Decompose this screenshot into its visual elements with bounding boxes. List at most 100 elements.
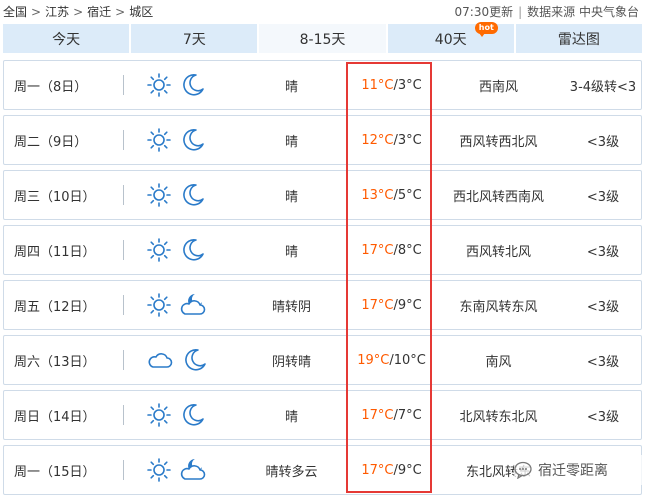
forecast-day: 周一（8日） xyxy=(14,79,88,95)
temperature: 17°C/7°C xyxy=(349,391,434,439)
sun-icon xyxy=(146,182,172,208)
breadcrumb: 全国 > 江苏 > 宿迁 > 城区 xyxy=(3,3,153,20)
watermark: 宿迁零距离 xyxy=(514,455,644,485)
moon-icon xyxy=(180,182,206,208)
tab-40day[interactable]: 40天 hot xyxy=(387,22,514,53)
breadcrumb-current: 城区 xyxy=(129,5,154,19)
wind-level: <3级 xyxy=(586,409,620,425)
temperature: 11°C/3°C xyxy=(349,61,434,109)
weather-description: 晴转阴 xyxy=(271,299,311,315)
tab-today[interactable]: 今天 xyxy=(3,24,130,53)
forecast-day: 周六（13日） xyxy=(14,354,96,370)
forecast-row: 周二（9日） 晴 12°C/3°C 西风转西北风 <3级 xyxy=(3,115,642,165)
tab-7day[interactable]: 7天 xyxy=(131,24,258,53)
sun-icon xyxy=(146,237,172,263)
temp-low: /5°C xyxy=(393,187,422,203)
tab-label: 今天 xyxy=(52,31,81,48)
breadcrumb-separator: > xyxy=(115,5,126,19)
sun-icon xyxy=(146,457,172,483)
forecast-day: 周三（10日） xyxy=(14,189,96,205)
meta-divider: | xyxy=(518,5,523,19)
forecast-list: 周一（8日） 晴 11°C/3°C 西南风 3-4级转<3 周二（9日） 晴 1… xyxy=(3,60,642,500)
chat-bubble-icon xyxy=(514,461,534,479)
weather-icons xyxy=(146,281,216,329)
cloudy-moon-icon xyxy=(180,292,208,318)
wind-level: <3级 xyxy=(586,299,620,315)
wind-direction: 西南风 xyxy=(478,79,518,95)
temp-high: 12°C xyxy=(361,132,394,148)
tab-label: 8-15天 xyxy=(299,31,346,48)
row-divider xyxy=(123,130,124,150)
breadcrumb-national[interactable]: 全国 xyxy=(3,5,27,19)
watermark-text: 宿迁零距离 xyxy=(538,463,608,479)
hot-badge: hot xyxy=(474,22,498,37)
forecast-row: 周六（13日） 阴转晴 19°C/10°C 南风 <3级 xyxy=(3,335,642,385)
temperature: 13°C/5°C xyxy=(349,171,434,219)
breadcrumb-jiangsu[interactable]: 江苏 xyxy=(45,5,69,19)
moon-icon xyxy=(180,127,206,153)
sun-icon xyxy=(146,292,172,318)
top-bar: 全国 > 江苏 > 宿迁 > 城区 07:30更新 | 数据来源 中央气象台 xyxy=(0,0,645,22)
wind-direction: 西北风转西南风 xyxy=(452,189,544,205)
wind-direction: 北风转东北风 xyxy=(459,409,538,425)
forecast-row: 周四（11日） 晴 17°C/8°C 西风转北风 <3级 xyxy=(3,225,642,275)
temperature: 17°C/9°C xyxy=(349,446,434,494)
temp-high: 11°C xyxy=(361,77,394,93)
wind-direction: 西风转北风 xyxy=(465,244,531,260)
row-divider xyxy=(123,240,124,260)
temp-low: /9°C xyxy=(393,297,422,313)
temp-high: 13°C xyxy=(361,187,394,203)
wind-direction: 南风 xyxy=(485,354,512,370)
wind-level: <3级 xyxy=(586,244,620,260)
row-divider xyxy=(123,350,124,370)
temp-low: /10°C xyxy=(389,352,426,368)
weather-description: 晴 xyxy=(284,409,298,425)
update-meta: 07:30更新 | 数据来源 中央气象台 xyxy=(455,3,639,20)
sun-icon xyxy=(146,127,172,153)
wind-direction: 东南风转东风 xyxy=(459,299,538,315)
temp-low: /3°C xyxy=(393,77,422,93)
tab-label: 7天 xyxy=(182,31,206,48)
weather-icons xyxy=(146,336,216,384)
wind-level: 3-4级转<3 xyxy=(569,79,637,95)
breadcrumb-suqian[interactable]: 宿迁 xyxy=(87,5,111,19)
cloudy-moon-icon xyxy=(180,457,208,483)
breadcrumb-separator: > xyxy=(31,5,42,19)
weather-description: 晴 xyxy=(284,244,298,260)
moon-icon xyxy=(180,237,206,263)
row-divider xyxy=(123,185,124,205)
data-source: 数据来源 中央气象台 xyxy=(527,5,639,19)
temp-high: 19°C xyxy=(357,352,390,368)
sun-icon xyxy=(146,72,172,98)
weather-description: 阴转晴 xyxy=(271,354,311,370)
row-divider xyxy=(123,460,124,480)
weather-icons xyxy=(146,391,216,439)
row-divider xyxy=(123,405,124,425)
temperature: 19°C/10°C xyxy=(349,336,434,384)
forecast-row: 周日（14日） 晴 17°C/7°C 北风转东北风 <3级 xyxy=(3,390,642,440)
temp-low: /9°C xyxy=(393,462,422,478)
weather-icons xyxy=(146,171,216,219)
temperature: 12°C/3°C xyxy=(349,116,434,164)
forecast-row: 周三（10日） 晴 13°C/5°C 西北风转西南风 <3级 xyxy=(3,170,642,220)
tab-radar[interactable]: 雷达图 xyxy=(515,24,643,53)
moon-icon xyxy=(180,402,206,428)
weather-icons xyxy=(146,226,216,274)
weather-icons xyxy=(146,116,216,164)
temp-low: /8°C xyxy=(393,242,422,258)
temp-high: 17°C xyxy=(361,242,394,258)
weather-description: 晴转多云 xyxy=(265,464,318,480)
weather-icons xyxy=(146,61,216,109)
temp-low: /3°C xyxy=(393,132,422,148)
row-divider xyxy=(123,295,124,315)
forecast-day: 周二（9日） xyxy=(14,134,88,150)
wind-level: <3级 xyxy=(586,189,620,205)
tab-8-15day[interactable]: 8-15天 xyxy=(259,24,386,53)
forecast-day: 周一（15日） xyxy=(14,464,96,480)
update-time: 07:30更新 xyxy=(454,5,514,19)
temp-low: /7°C xyxy=(393,407,422,423)
cloud-icon xyxy=(146,347,174,373)
weather-description: 晴 xyxy=(284,79,298,95)
forecast-row: 周一（8日） 晴 11°C/3°C 西南风 3-4级转<3 xyxy=(3,60,642,110)
temperature: 17°C/8°C xyxy=(349,226,434,274)
